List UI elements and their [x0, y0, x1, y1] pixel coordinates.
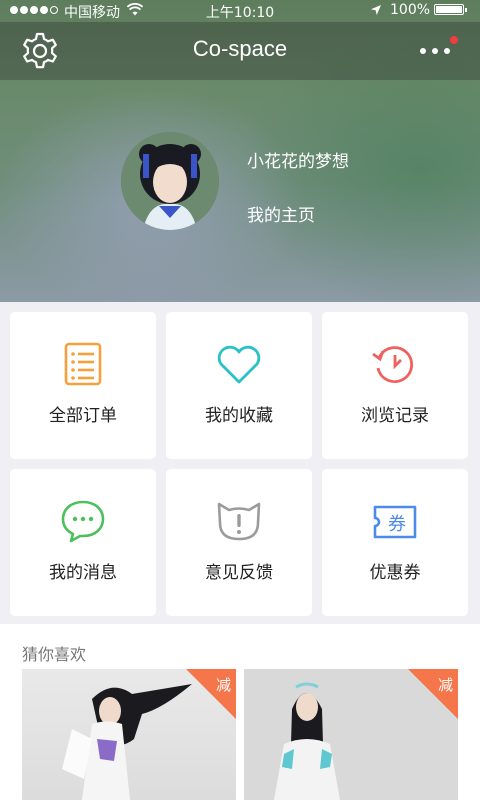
all-orders-label: 全部订单: [49, 406, 117, 426]
more-dots-icon: [432, 48, 438, 54]
order-list-icon: [64, 342, 102, 386]
avatar[interactable]: [121, 132, 219, 230]
notification-badge: [450, 36, 458, 44]
feedback-label: 意见反馈: [205, 563, 273, 583]
all-orders-tile[interactable]: 全部订单: [10, 312, 156, 459]
avatar-image: [121, 132, 219, 230]
user-name: 小花花的梦想: [247, 152, 349, 172]
favorites-tile[interactable]: 我的收藏: [166, 312, 312, 459]
discount-badge-label: 减: [215, 676, 231, 694]
coupons-tile[interactable]: 券 优惠券: [322, 469, 468, 616]
coupons-label: 优惠券: [369, 563, 421, 583]
product-card[interactable]: 减: [22, 669, 236, 800]
messages-tile[interactable]: 我的消息: [10, 469, 156, 616]
battery-percentage: 100%: [390, 2, 431, 18]
product-card[interactable]: 减: [244, 669, 458, 800]
nav-bar: Co-space: [0, 22, 480, 80]
svg-text:券: 券: [388, 514, 406, 535]
more-dots-icon: [420, 48, 426, 54]
status-bar: 中国移动 上午10:10 100%: [0, 0, 480, 22]
heart-icon: [217, 345, 261, 384]
message-icon: [61, 500, 105, 543]
recommendations-title: 猜你喜欢: [22, 645, 87, 664]
messages-label: 我的消息: [49, 563, 117, 583]
coupon-icon: 券: [373, 505, 417, 539]
browse-history-tile[interactable]: 浏览记录: [322, 312, 468, 459]
battery-level: [436, 6, 462, 13]
feedback-cat-icon: [217, 502, 261, 541]
history-icon: [372, 346, 414, 384]
feedback-tile[interactable]: 意见反馈: [166, 469, 312, 616]
battery-icon: [434, 4, 467, 15]
page-title: Co-space: [192, 36, 288, 61]
discount-badge-label: 减: [437, 676, 453, 694]
recommendations-section: 猜你喜欢 减 减: [0, 624, 480, 800]
location-arrow-icon: [371, 5, 381, 15]
my-homepage-link[interactable]: 我的主页: [247, 201, 315, 226]
favorites-label: 我的收藏: [205, 406, 273, 426]
browse-history-label: 浏览记录: [361, 406, 429, 426]
more-dots-icon: [444, 48, 450, 54]
profile-header: 中国移动 上午10:10 100% Co-space 小花花的梦想 我的主页: [0, 0, 480, 302]
more-button[interactable]: [414, 32, 462, 70]
